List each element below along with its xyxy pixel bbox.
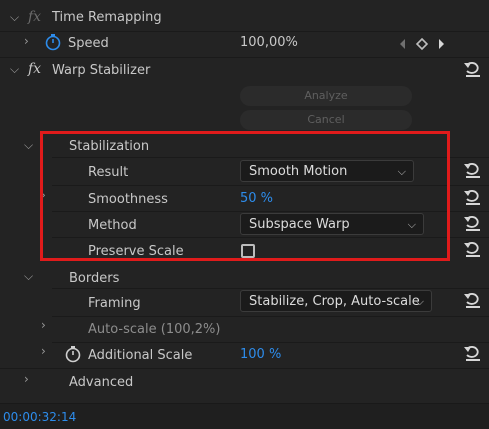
stopwatch-icon[interactable]: [64, 345, 82, 363]
chevron-right-icon[interactable]: ›: [41, 344, 46, 358]
chevron-right-icon[interactable]: ›: [24, 34, 29, 48]
speed-value[interactable]: 100,00%: [240, 35, 298, 50]
advanced-label: Advanced: [69, 375, 134, 390]
warp-stabilizer-row[interactable]: ⌵ fx Warp Stabilizer: [0, 58, 489, 84]
chevron-down-icon[interactable]: ⌵: [10, 10, 19, 25]
warp-stabilizer-label: Warp Stabilizer: [52, 63, 151, 78]
additional-scale-row: › Additional Scale 100 %: [0, 342, 489, 368]
stopwatch-icon[interactable]: [44, 33, 62, 51]
cancel-button[interactable]: Cancel: [240, 110, 412, 130]
analyze-button[interactable]: Analyze: [240, 86, 412, 106]
fx-icon[interactable]: fx: [28, 9, 41, 25]
borders-label: Borders: [69, 271, 120, 286]
speed-row: › Speed 100,00%: [0, 31, 489, 57]
current-timecode[interactable]: 00:00:32:14: [3, 410, 76, 424]
stabilization-highlight-box: [40, 131, 450, 261]
additional-scale-value[interactable]: 100 %: [240, 347, 281, 362]
chevron-down-icon[interactable]: ⌵: [10, 62, 19, 77]
autoscale-label: Auto-scale (100,2%): [88, 322, 221, 337]
divider: [0, 368, 489, 369]
reset-icon[interactable]: [463, 188, 483, 206]
keyframe-nav-icon[interactable]: [398, 37, 448, 55]
chevron-down-icon: ⌵: [415, 295, 424, 308]
fx-icon[interactable]: fx: [28, 61, 41, 77]
reset-icon[interactable]: [463, 161, 483, 179]
chevron-down-icon[interactable]: ⌵: [24, 138, 33, 153]
reset-icon[interactable]: [463, 344, 483, 362]
time-remapping-label: Time Remapping: [52, 10, 162, 25]
framing-value: Stabilize, Crop, Auto-scale: [249, 294, 420, 309]
reset-icon[interactable]: [463, 60, 483, 78]
reset-icon[interactable]: [463, 240, 483, 258]
framing-row: Framing Stabilize, Crop, Auto-scale ⌵: [0, 289, 489, 315]
time-remapping-row[interactable]: ⌵ fx Time Remapping: [0, 6, 489, 32]
chevron-right-icon[interactable]: ›: [24, 372, 29, 386]
framing-dropdown[interactable]: Stabilize, Crop, Auto-scale ⌵: [240, 290, 432, 312]
reset-icon[interactable]: [463, 291, 483, 309]
speed-label: Speed: [68, 36, 109, 51]
chevron-right-icon[interactable]: ›: [41, 318, 46, 332]
chevron-down-icon[interactable]: ⌵: [24, 269, 33, 284]
reset-icon[interactable]: [463, 214, 483, 232]
framing-label: Framing: [88, 296, 141, 311]
additional-scale-label: Additional Scale: [88, 348, 193, 363]
autoscale-row: › Auto-scale (100,2%): [0, 316, 489, 342]
advanced-row[interactable]: › Advanced: [0, 370, 489, 396]
